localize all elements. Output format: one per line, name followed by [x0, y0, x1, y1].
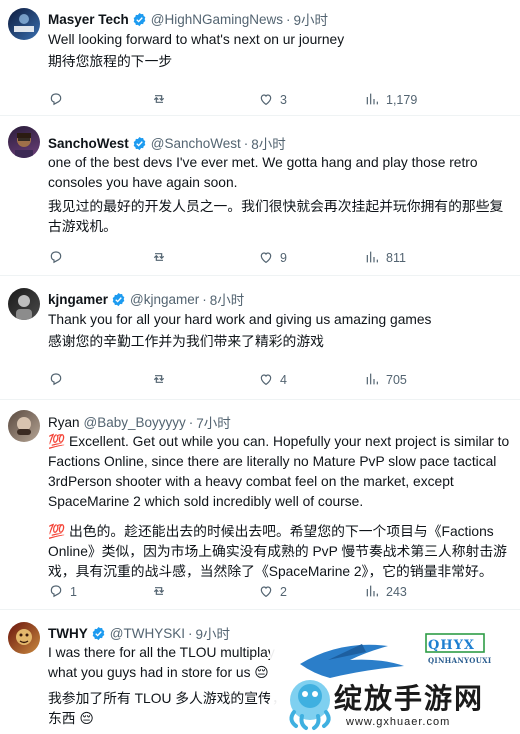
like-icon	[258, 583, 274, 602]
separator-dot: ·	[187, 625, 193, 641]
user-name[interactable]: Masyer Tech	[48, 12, 129, 27]
timestamp[interactable]: 7小时	[196, 412, 231, 432]
views-icon	[364, 371, 380, 390]
like-button[interactable]: 2	[258, 583, 287, 602]
tweet[interactable]: SanchoWest @SanchoWest · 8小时 one of the …	[0, 116, 520, 276]
user-name[interactable]: TWHY	[48, 626, 88, 641]
avatar[interactable]	[8, 126, 40, 158]
retweet-button[interactable]	[151, 583, 167, 602]
user-handle[interactable]: @HighNGamingNews	[151, 12, 283, 27]
separator-dot: ·	[286, 11, 291, 27]
user-handle[interactable]: @Baby_Boyyyyy	[84, 415, 186, 430]
avatar[interactable]	[8, 410, 40, 442]
tweet-translation: 我见过的最好的开发人员之一。我们很快就会再次挂起并玩你拥有的那些复古游戏机。	[48, 199, 504, 234]
reply-icon	[48, 249, 64, 268]
timestamp[interactable]: 8小时	[251, 133, 286, 153]
retweet-icon	[151, 249, 167, 268]
retweet-button[interactable]	[151, 91, 167, 110]
verified-icon	[111, 292, 126, 307]
retweet-button[interactable]	[151, 371, 167, 390]
tweet-text: 💯 Excellent. Get out while you can. Hope…	[48, 434, 514, 509]
tweet-translation: 感谢您的辛勤工作并为我们带来了精彩的游戏	[48, 334, 324, 349]
retweet-icon	[151, 371, 167, 390]
views-button[interactable]: 1,179	[364, 91, 417, 110]
like-count: 9	[280, 251, 287, 265]
like-count: 4	[280, 373, 287, 387]
user-name[interactable]: SanchoWest	[48, 136, 129, 151]
watermark-brand-sub: QINHANYOUXI	[428, 656, 492, 665]
like-count: 2	[280, 585, 287, 599]
tweet[interactable]: Ryan @Baby_Boyyyyy · 7小时 💯 Excellent. Ge…	[0, 400, 520, 610]
reply-count: 1	[70, 585, 77, 599]
views-count: 811	[386, 251, 406, 265]
user-name[interactable]: Ryan	[48, 415, 80, 430]
reply-button[interactable]	[48, 91, 64, 110]
watermark-logo: QHYX QINHANYOUXI 绽放手游网 www.gxhuaer.com	[270, 630, 520, 734]
timestamp[interactable]: 8小时	[210, 289, 245, 309]
verified-icon	[132, 136, 147, 151]
user-handle[interactable]: @SanchoWest	[151, 136, 241, 151]
like-icon	[258, 371, 274, 390]
tweet-translation: 期待您旅程的下一步	[48, 54, 173, 69]
views-button[interactable]: 243	[364, 583, 407, 602]
user-handle[interactable]: @TWHYSKI	[110, 626, 185, 641]
views-icon	[364, 249, 380, 268]
separator-dot: ·	[243, 135, 249, 151]
views-count: 243	[386, 585, 407, 599]
tweet[interactable]: kjngamer @kjngamer · 8小时 Thank you for a…	[0, 276, 520, 400]
retweet-button[interactable]	[151, 249, 167, 268]
timestamp[interactable]: 9小时	[195, 623, 230, 643]
watermark-brand: QHYX	[428, 638, 475, 653]
avatar[interactable]	[8, 288, 40, 320]
tweet[interactable]: Masyer Tech @HighNGamingNews · 9小时 Well …	[0, 0, 520, 116]
reply-button[interactable]: 1	[48, 583, 77, 602]
views-count: 1,179	[386, 93, 418, 107]
like-button[interactable]: 4	[258, 371, 287, 390]
reply-button[interactable]	[48, 249, 64, 268]
like-button[interactable]: 3	[258, 91, 287, 110]
timestamp[interactable]: 9小时	[294, 9, 329, 29]
user-handle[interactable]: @kjngamer	[130, 292, 199, 307]
verified-icon	[132, 12, 147, 27]
views-count: 705	[386, 373, 407, 387]
like-icon	[258, 249, 274, 268]
tweet-text: one of the best devs I've ever met. We g…	[48, 155, 482, 190]
watermark-site-name: 绽放手游网	[334, 683, 485, 714]
reply-button[interactable]	[48, 371, 64, 390]
retweet-icon	[151, 583, 167, 602]
reply-icon	[48, 583, 64, 602]
avatar[interactable]	[8, 8, 40, 40]
tweet-text: Thank you for all your hard work and giv…	[48, 312, 432, 327]
separator-dot: ·	[188, 414, 194, 430]
views-button[interactable]: 705	[364, 371, 407, 390]
avatar[interactable]	[8, 622, 40, 654]
tweet-text: Well looking forward to what's next on u…	[48, 32, 345, 47]
like-icon	[258, 91, 274, 110]
like-count: 3	[280, 93, 287, 107]
views-button[interactable]: 811	[364, 249, 406, 268]
tweet-translation: 💯 出色的。趁还能出去的时候出去吧。希望您的下一个项目与《Factions On…	[48, 524, 507, 579]
reply-icon	[48, 371, 64, 390]
watermark-url: www.gxhuaer.com	[346, 716, 451, 728]
retweet-icon	[151, 91, 167, 110]
reply-icon	[48, 91, 64, 110]
separator-dot: ·	[202, 291, 207, 307]
verified-icon	[91, 626, 106, 641]
like-button[interactable]: 9	[258, 249, 287, 268]
views-icon	[364, 91, 380, 110]
views-icon	[364, 583, 380, 602]
user-name[interactable]: kjngamer	[48, 292, 108, 307]
